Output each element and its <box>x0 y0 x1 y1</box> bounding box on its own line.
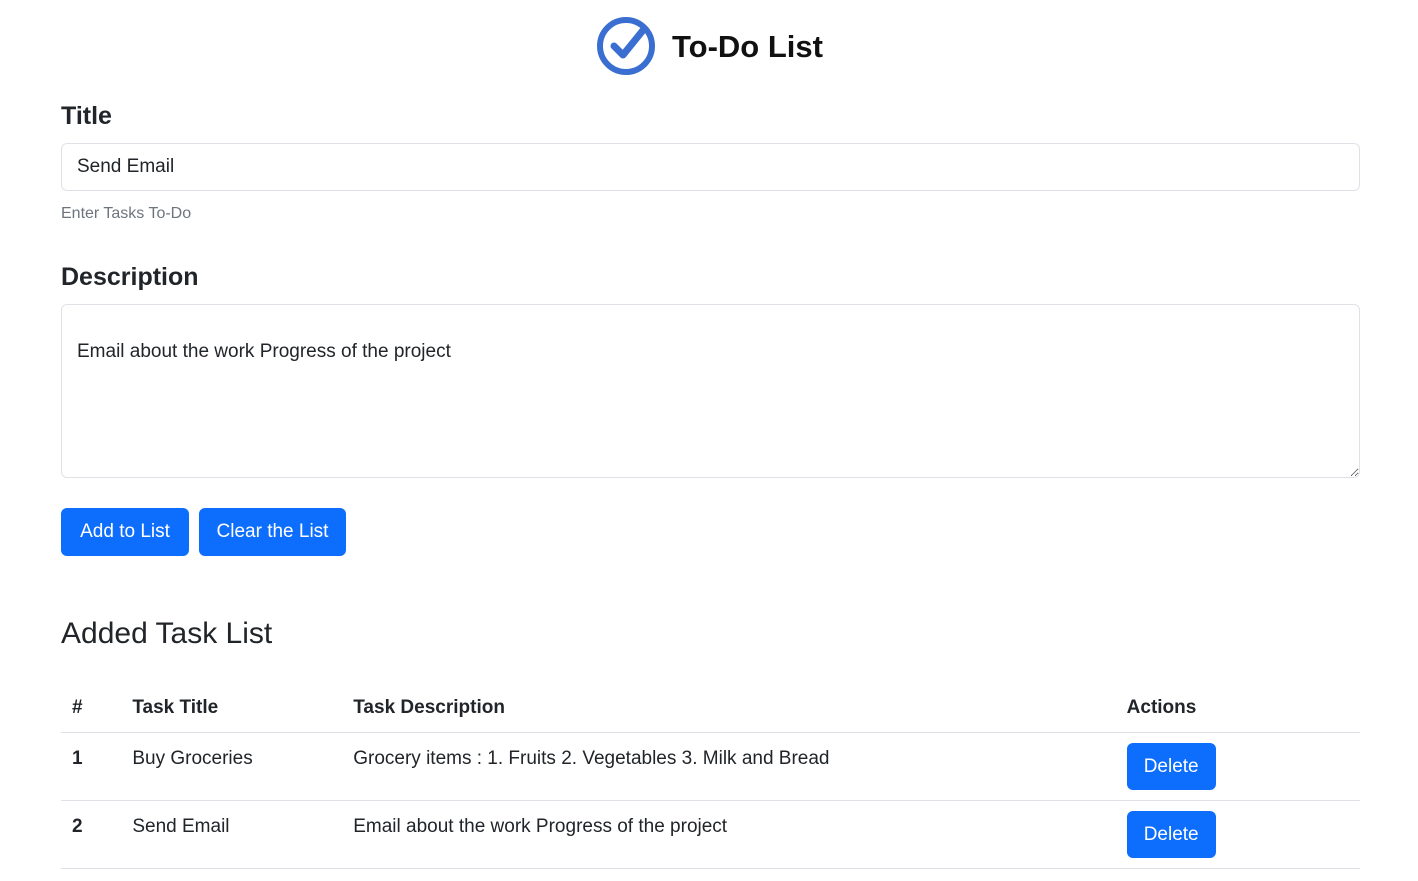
column-header-task-description: Task Description <box>342 684 1116 733</box>
task-title-text: Buy Groceries <box>132 748 253 769</box>
task-description-cell: Grocery items : 1. Fruits 2. Vegetables … <box>342 732 1116 801</box>
column-header-number: # <box>61 684 122 733</box>
task-actions-cell: Delete <box>1115 732 1360 801</box>
task-number-text: 2 <box>72 816 83 837</box>
title-label: Title <box>61 102 112 130</box>
task-list-heading: Added Task List <box>61 617 273 650</box>
description-label: Description <box>61 263 199 291</box>
add-to-list-button[interactable]: Add to List <box>61 508 189 556</box>
task-description-text: Email about the work Progress of the pro… <box>353 816 728 837</box>
column-header-actions: Actions <box>1115 684 1360 733</box>
description-textarea[interactable]: Email about the work Progress of the pro… <box>61 304 1360 478</box>
column-header-task-title: Task Title <box>121 684 343 733</box>
title-input[interactable] <box>61 143 1360 191</box>
task-number: 1 <box>61 732 122 801</box>
app-header: To-Do List <box>0 14 1418 78</box>
task-title-cell: Send Email <box>121 800 343 869</box>
table-row: 2 Send Email Email about the work Progre… <box>61 800 1360 869</box>
table-header-row: # Task Title Task Description Actions <box>61 684 1360 733</box>
clear-list-button[interactable]: Clear the List <box>199 508 346 556</box>
todo-page: To-Do List Title Enter Tasks To-Do Descr… <box>0 0 1418 881</box>
check-circle-icon <box>597 17 656 75</box>
task-title-cell: Buy Groceries <box>121 732 343 801</box>
task-actions-cell: Delete <box>1115 800 1360 869</box>
task-table: # Task Title Task Description Actions 1 … <box>61 684 1360 869</box>
task-description-text: Grocery items : 1. Fruits 2. Vegetables … <box>353 748 830 769</box>
title-help-text: Enter Tasks To-Do <box>61 205 192 222</box>
delete-button[interactable]: Delete <box>1126 743 1216 790</box>
delete-button[interactable]: Delete <box>1126 811 1216 858</box>
task-description-cell: Email about the work Progress of the pro… <box>342 800 1116 869</box>
app-title: To-Do List <box>672 28 823 64</box>
table-row: 1 Buy Groceries Grocery items : 1. Fruit… <box>61 732 1360 801</box>
task-number: 2 <box>61 800 122 869</box>
task-number-text: 1 <box>72 748 83 769</box>
task-title-text: Send Email <box>132 816 230 837</box>
